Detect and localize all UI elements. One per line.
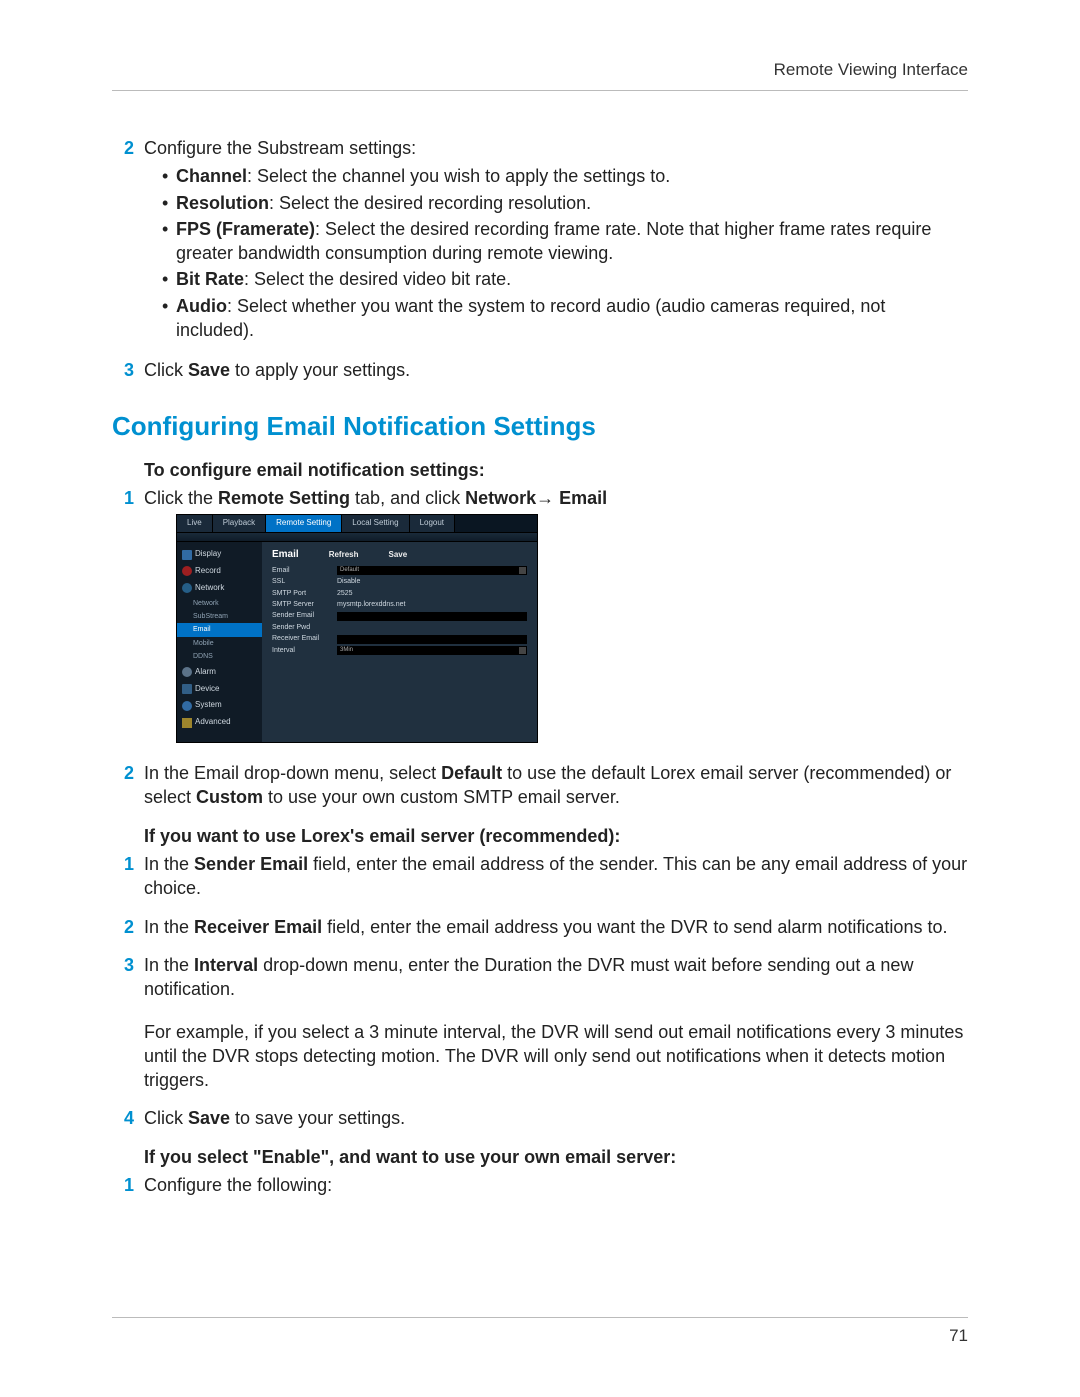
step-intro: Configure the Substream settings: [144,138,416,158]
refresh-button[interactable]: Refresh [329,550,359,561]
save-button[interactable]: Save [388,550,407,561]
sidebar-sub-email[interactable]: Email [177,623,262,636]
step-select-default: 2 In the Email drop-down menu, select De… [112,761,968,810]
step-number: 1 [112,852,134,901]
own-step-1: 1 Configure the following: [112,1173,968,1197]
email-settings-screenshot: Live Playback Remote Setting Local Setti… [176,514,538,743]
bullet-channel: Channel: Select the channel you wish to … [162,164,968,188]
label-interval: Interval [272,646,337,655]
page-header: Remote Viewing Interface [112,60,968,80]
sidebar-item-display[interactable]: Display [177,546,262,563]
sidebar-item-system[interactable]: System [177,697,262,714]
smtp-port-value: 2525 [337,589,353,598]
step-remote-setting: 1 Click the Remote Setting tab, and clic… [112,486,968,747]
step-substream: 2 Configure the Substream settings: Chan… [112,136,968,344]
toolbar [177,533,537,542]
bullet-resolution: Resolution: Select the desired recording… [162,191,968,215]
receiver-email-field[interactable] [337,635,527,644]
step-save: 3 Click Save to apply your settings. [112,358,968,382]
alarm-icon [182,667,192,677]
sidebar-item-alarm[interactable]: Alarm [177,664,262,681]
step-number: 2 [112,915,134,939]
footer-rule [112,1317,968,1318]
interval-example: For example, if you select a 3 minute in… [144,1020,968,1093]
email-panel: Email Refresh Save EmailDefault SSLDisab… [262,542,537,742]
page-number: 71 [112,1326,968,1346]
smtp-server-value: mysmtp.lorexddns.net [337,600,405,609]
sub-heading-configure: To configure email notification settings… [144,458,968,482]
sidebar-item-record[interactable]: Record [177,563,262,580]
step-number: 1 [112,1173,134,1197]
label-sender-pwd: Sender Pwd [272,623,337,632]
label-receiver-email: Receiver Email [272,634,337,643]
bullet-bitrate: Bit Rate: Select the desired video bit r… [162,267,968,291]
lorex-step-2: 2 In the Receiver Email field, enter the… [112,915,968,939]
sidebar-item-network[interactable]: Network [177,580,262,597]
panel-title: Email [272,548,299,562]
main-content: 2 Configure the Substream settings: Chan… [112,136,968,1197]
bullet-audio: Audio: Select whether you want the syste… [162,294,968,343]
advanced-icon [182,718,192,728]
tab-playback[interactable]: Playback [213,515,266,532]
sidebar-item-advanced[interactable]: Advanced [177,714,262,731]
section-title-email: Configuring Email Notification Settings [112,409,968,444]
label-ssl: SSL [272,577,337,586]
sidebar: Display Record Network Network SubStream… [177,542,262,742]
email-dropdown[interactable]: Default [337,566,527,575]
lorex-step-3: 3 In the Interval drop-down menu, enter … [112,953,968,1092]
step-number: 3 [112,358,134,382]
sidebar-sub-network[interactable]: Network [177,597,262,610]
tab-live[interactable]: Live [177,515,213,532]
step-number: 2 [112,136,134,344]
tab-local-setting[interactable]: Local Setting [342,515,409,532]
tab-logout[interactable]: Logout [410,515,455,532]
network-icon [182,583,192,593]
lorex-step-1: 1 In the Sender Email field, enter the e… [112,852,968,901]
sidebar-sub-mobile[interactable]: Mobile [177,637,262,650]
step-number: 1 [112,486,134,747]
system-icon [182,701,192,711]
label-email: Email [272,566,337,575]
label-smtp-port: SMTP Port [272,589,337,598]
display-icon [182,550,192,560]
lorex-step-4: 4 Click Save to save your settings. [112,1106,968,1130]
label-smtp-server: SMTP Server [272,600,337,609]
sidebar-item-device[interactable]: Device [177,681,262,698]
sender-email-field[interactable] [337,612,527,621]
tab-remote-setting[interactable]: Remote Setting [266,515,342,532]
step-number: 4 [112,1106,134,1130]
bullet-fps: FPS (Framerate): Select the desired reco… [162,217,968,266]
interval-dropdown[interactable]: 3Min [337,646,527,655]
sub-heading-enable: If you select "Enable", and want to use … [144,1145,968,1169]
sub-heading-lorex: If you want to use Lorex's email server … [144,824,968,848]
label-sender-email: Sender Email [272,611,337,620]
device-icon [182,684,192,694]
record-icon [182,566,192,576]
header-rule [112,90,968,91]
ssl-value: Disable [337,577,360,586]
step-number: 3 [112,953,134,1092]
step-number: 2 [112,761,134,810]
sidebar-sub-substream[interactable]: SubStream [177,610,262,623]
sidebar-sub-ddns[interactable]: DDNS [177,650,262,663]
